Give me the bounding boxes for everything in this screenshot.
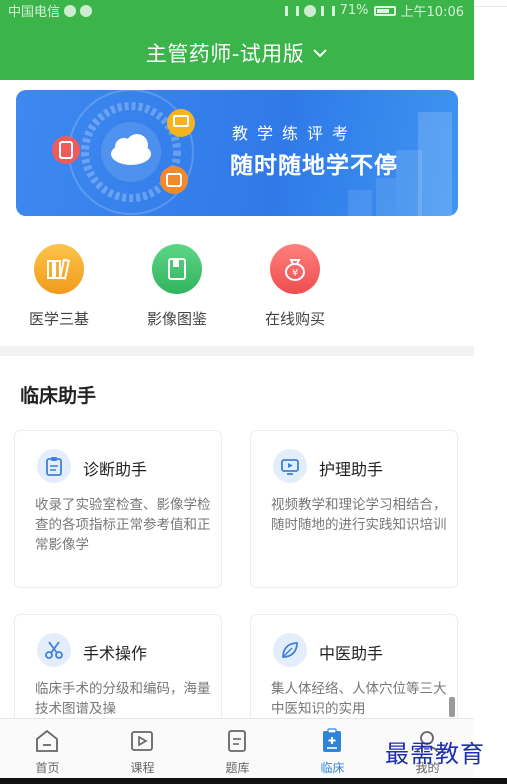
card-title: 中医助手 — [319, 644, 384, 663]
card-title: 手术操作 — [83, 644, 148, 663]
status-bar: 中国电信 71% 上午10:06 — [0, 0, 474, 20]
document-icon — [228, 730, 246, 752]
tab-courses[interactable]: 课程 — [95, 719, 190, 779]
card-surgical-operation[interactable]: 手术操作 临床手术的分级和编码，海量技术图谱及操 — [14, 614, 222, 734]
watermark-logo: 最需教育 — [385, 740, 485, 768]
exam-selector[interactable]: 主管药师-试用版 — [0, 38, 474, 68]
scrollbar[interactable] — [449, 697, 455, 717]
home-icon — [36, 729, 58, 752]
wifi-icon — [303, 4, 316, 17]
atlas-book-icon — [152, 244, 202, 294]
card-description: 集人体经络、人体穴位等三大中医知识的实用 — [271, 681, 447, 717]
app-header: 中国电信 71% 上午10:06 主管药师-试用版 — [0, 0, 474, 80]
chevron-down-icon — [313, 49, 327, 58]
leaf-icon — [273, 633, 307, 667]
status-time: 上午10:06 — [400, 5, 464, 20]
banner-subtitle: 教学练评考 — [232, 124, 358, 143]
tab-clinical[interactable]: 临床 — [285, 719, 380, 779]
tab-home[interactable]: 首页 — [0, 719, 95, 779]
clipboard-plus-icon — [323, 728, 341, 752]
play-icon — [131, 731, 153, 751]
message-icon — [64, 4, 77, 17]
video-icon — [273, 449, 307, 483]
screen-edge — [474, 0, 507, 784]
promo-banner[interactable]: 教学练评考 随时随地学不停 — [16, 90, 458, 216]
card-description: 视频教学和理论学习相结合，随时随地的进行实践知识培训 — [271, 497, 447, 533]
quick-item-imaging-atlas[interactable]: 影像图鉴 — [122, 238, 232, 338]
app-notification-icon — [80, 4, 93, 17]
quick-item-online-purchase[interactable]: ¥ 在线购买 — [240, 238, 350, 338]
tab-label: 课程 — [130, 761, 155, 775]
scissors-icon — [37, 633, 71, 667]
page-title: 主管药师-试用版 — [145, 42, 305, 66]
tab-label: 首页 — [35, 761, 60, 775]
signal-icon — [320, 5, 335, 16]
tab-label: 题库 — [225, 761, 250, 775]
quick-label: 医学三基 — [28, 310, 89, 328]
quick-entries: 医学三基 影像图鉴 ¥ 在线购买 — [0, 238, 474, 338]
edge-divider — [474, 6, 507, 7]
money-bag-icon: ¥ — [270, 244, 320, 294]
quick-label: 影像图鉴 — [146, 310, 207, 328]
card-description: 临床手术的分级和编码，海量技术图谱及操 — [35, 681, 211, 717]
svg-text:¥: ¥ — [292, 268, 298, 279]
section-divider — [0, 346, 474, 356]
tab-label: 临床 — [320, 761, 345, 775]
tab-question-bank[interactable]: 题库 — [190, 719, 285, 779]
vibrate-icon — [284, 5, 299, 16]
card-title: 诊断助手 — [83, 460, 148, 479]
card-title: 护理助手 — [319, 460, 384, 479]
card-nursing-assistant[interactable]: 护理助手 视频教学和理论学习相结合，随时随地的进行实践知识培训 — [250, 430, 458, 588]
card-description: 收录了实验室检查、影像学检查的各项指标正常参考值和正常影像学 — [35, 497, 211, 553]
clipboard-icon — [37, 449, 71, 483]
app-screen: 中国电信 71% 上午10:06 主管药师-试用版 教学练评考 随时随地学不停 … — [0, 0, 474, 784]
books-icon — [34, 244, 84, 294]
battery-icon — [373, 5, 396, 16]
section-title: 临床助手 — [20, 385, 97, 407]
quick-item-medical-basics[interactable]: 医学三基 — [4, 238, 114, 338]
card-tcm-assistant[interactable]: 中医助手 集人体经络、人体穴位等三大中医知识的实用 — [250, 614, 458, 734]
quick-label: 在线购买 — [264, 310, 325, 328]
battery-percent: 71% — [339, 3, 369, 18]
banner-slogan: 随时随地学不停 — [230, 153, 398, 179]
carrier-text: 中国电信 — [8, 5, 61, 20]
card-diagnosis-assistant[interactable]: 诊断助手 收录了实验室检查、影像学检查的各项指标正常参考值和正常影像学 — [14, 430, 222, 588]
system-navigation-bar — [0, 778, 507, 784]
